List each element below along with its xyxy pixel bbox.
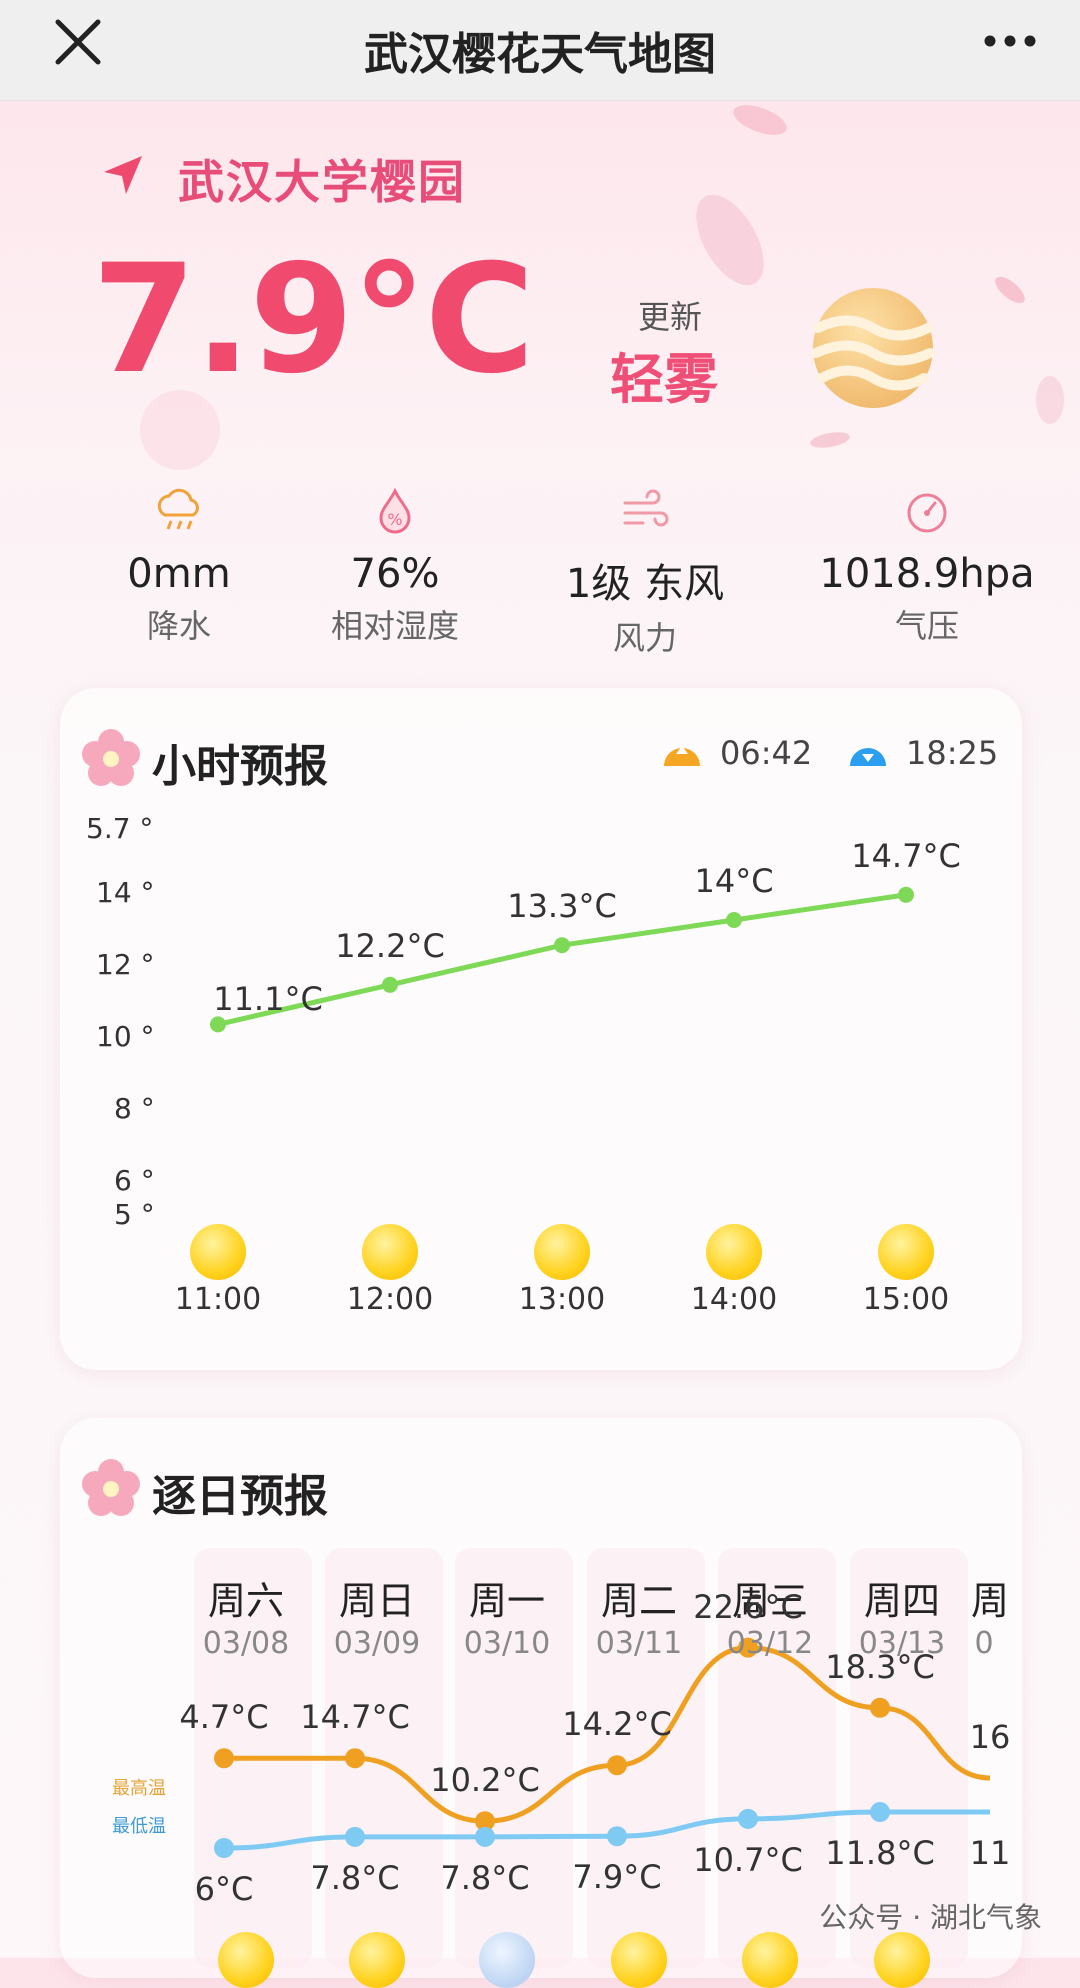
day-date: 03/08	[202, 1626, 290, 1661]
current-stats: 0mm 降水 % 76% 相对湿度 1级 东风 风力 1018.9hpa 气压	[40, 485, 1040, 657]
stat-value: 0mm	[127, 551, 231, 597]
sunrise-time: 06:42	[720, 734, 813, 772]
day-name: 周四	[863, 1579, 941, 1623]
wind-icon	[623, 489, 669, 527]
sunny-icon	[874, 1932, 930, 1988]
daily-high-label: 10.2°C	[430, 1761, 540, 1800]
weather-condition: 轻雾	[610, 348, 718, 411]
hourly-point-label: 14.7°C	[851, 836, 961, 875]
stat-wind: 1级 东风 风力	[520, 485, 770, 659]
hour-label: 12:00	[346, 1282, 434, 1317]
sunny-icon	[218, 1932, 274, 1988]
hour-label: 15:00	[862, 1282, 950, 1317]
stat-pressure: 1018.9hpa 气压	[802, 485, 1052, 647]
y-tick-label: 10 °	[96, 1020, 155, 1053]
day-name: 周日	[338, 1579, 416, 1623]
day-name: 周六	[207, 1579, 285, 1623]
daily-low-label: 7.9°C	[572, 1858, 662, 1897]
title-bar: 武汉樱花天气地图	[0, 0, 1080, 101]
stat-label: 相对湿度	[330, 607, 459, 645]
sunny-icon	[611, 1932, 667, 1988]
y-tick-label: 5.7 °	[86, 812, 154, 845]
hour-label: 13:00	[518, 1282, 606, 1317]
day-date: 03/12	[726, 1626, 814, 1661]
daily-low-label: 7.8°C	[310, 1858, 400, 1897]
y-tick-label: 5 °	[114, 1198, 155, 1231]
stat-label: 气压	[894, 607, 959, 645]
stat-value: 1级 东风	[565, 561, 725, 607]
legend-low: 最低温	[112, 1816, 166, 1837]
current-temperature: 7.9°C	[92, 233, 535, 407]
sunny-icon	[349, 1932, 405, 1988]
stat-label: 降水	[146, 607, 211, 645]
sunny-icon	[706, 1224, 762, 1280]
cherry-blossom-icon	[82, 1459, 140, 1516]
daily-low-label: 11	[969, 1834, 1011, 1872]
hourly-point-label: 14°C	[694, 862, 774, 900]
stat-precipitation: 0mm 降水	[54, 485, 304, 647]
y-tick-label: 6 °	[114, 1164, 155, 1197]
daily-high-label: 14.7°C	[300, 1698, 410, 1737]
stat-humidity: % 76% 相对湿度	[270, 485, 520, 647]
daily-low-label: 11.8°C	[825, 1834, 935, 1873]
sunny-icon	[742, 1932, 798, 1988]
location-name[interactable]: 武汉大学樱园	[178, 146, 466, 212]
sunset-icon	[850, 748, 886, 766]
sunny-icon	[878, 1224, 934, 1280]
cherry-blossom-icon	[82, 729, 140, 786]
hour-label: 11:00	[174, 1282, 262, 1317]
daily-high-label: 22.6°C	[693, 1587, 803, 1626]
stat-value: 1018.9hpa	[819, 551, 1035, 597]
day-name: 周一	[468, 1579, 546, 1623]
day-name: 周二	[600, 1579, 678, 1623]
fog-icon	[811, 288, 935, 408]
day-date: 03/11	[595, 1626, 683, 1661]
day-date: 0	[974, 1626, 994, 1661]
hourly-point-label: 11.1°C	[213, 980, 323, 1019]
y-tick-label: 14 °	[96, 876, 155, 909]
page-title: 武汉樱花天气地图	[364, 29, 716, 80]
daily-high-label: 14.2°C	[562, 1705, 672, 1744]
daily-low-label: 6°C	[194, 1870, 254, 1908]
cloudy-icon	[479, 1932, 535, 1988]
hourly-point-label: 12.2°C	[335, 926, 445, 965]
sunny-icon	[534, 1224, 590, 1280]
stat-value: 76%	[350, 551, 440, 597]
day-date: 03/10	[463, 1626, 551, 1661]
daily-low-label: 7.8°C	[440, 1858, 530, 1897]
sunset-time: 18:25	[906, 734, 999, 772]
hourly-point-label: 13.3°C	[507, 887, 617, 926]
pressure-gauge-icon	[907, 493, 947, 533]
humidity-drop-icon: %	[379, 487, 411, 534]
sunrise-icon	[664, 746, 700, 766]
sunny-icon	[190, 1224, 246, 1280]
more-options-icon[interactable]	[980, 26, 1040, 56]
location-arrow-icon	[104, 156, 142, 194]
day-date: 03/09	[333, 1626, 421, 1661]
watermark: 公众号 · 湖北气象	[819, 1901, 1042, 1934]
hour-label: 14:00	[690, 1282, 778, 1317]
y-tick-label: 8 °	[114, 1092, 155, 1125]
daily-title: 逐日预报	[152, 1471, 328, 1522]
stat-label: 风力	[612, 619, 677, 657]
update-label: 更新	[638, 298, 703, 336]
day-name: 周	[970, 1579, 1010, 1623]
legend-high: 最高温	[112, 1778, 166, 1799]
rain-cloud-icon	[157, 488, 199, 530]
sunny-icon	[362, 1224, 418, 1280]
daily-high-label: 4.7°C	[179, 1698, 269, 1737]
daily-high-label: 16	[969, 1718, 1011, 1756]
hourly-title: 小时预报	[152, 741, 328, 792]
daily-high-label: 18.3°C	[825, 1647, 935, 1686]
y-tick-label: 12 °	[96, 948, 155, 981]
daily-low-label: 10.7°C	[693, 1840, 803, 1879]
svg-text:%: %	[387, 510, 402, 529]
